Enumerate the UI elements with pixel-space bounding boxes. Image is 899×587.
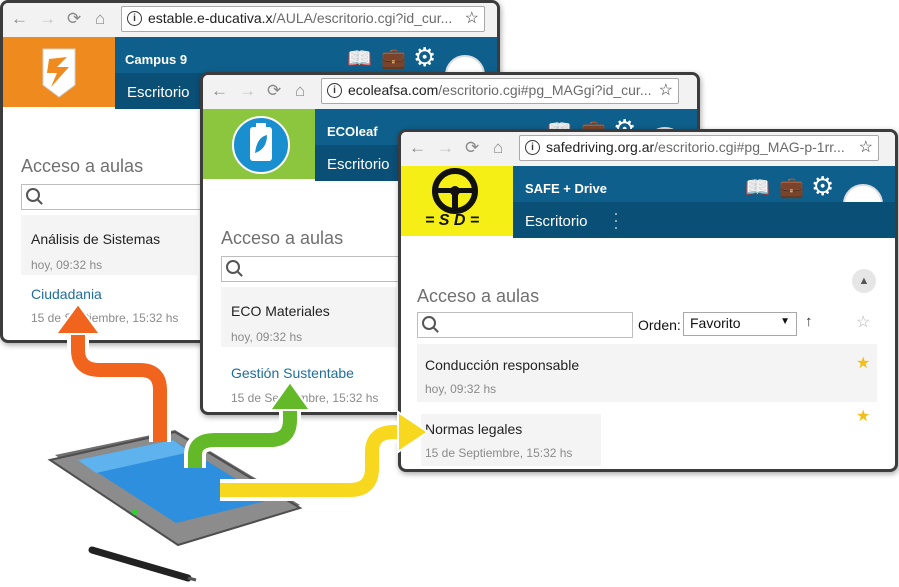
illustration-overlay bbox=[47, 302, 430, 582]
orange-arrow bbox=[54, 302, 171, 442]
stylus-icon bbox=[88, 546, 197, 582]
